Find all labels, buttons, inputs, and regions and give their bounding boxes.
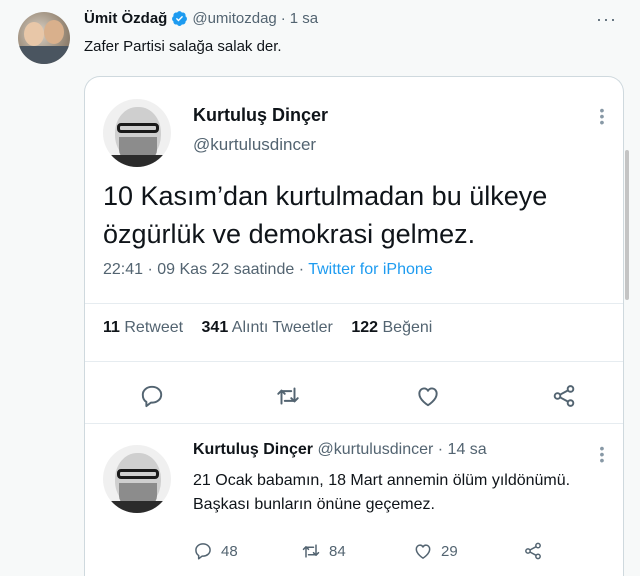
outer-tweet-text: Zafer Partisi salağa salak der. bbox=[84, 38, 282, 55]
quoted-author-avatar[interactable] bbox=[103, 99, 171, 167]
share-button[interactable] bbox=[523, 541, 543, 561]
like-button[interactable]: 29 bbox=[413, 541, 458, 561]
retweet-icon[interactable] bbox=[275, 383, 301, 409]
divider bbox=[85, 423, 623, 424]
outer-tweet-header: Ümit Özdağ @umitozdag · 1 sa bbox=[84, 10, 318, 27]
outer-tweet-time[interactable]: 1 sa bbox=[290, 10, 318, 27]
reply-tweet-time[interactable]: 14 sa bbox=[448, 441, 487, 458]
share-icon[interactable] bbox=[551, 383, 577, 409]
scrollbar-thumb[interactable] bbox=[625, 150, 629, 300]
reply-author-handle[interactable]: @kurtulusdincer bbox=[317, 441, 433, 458]
retweet-count: 84 bbox=[329, 542, 346, 560]
divider bbox=[85, 303, 623, 304]
quoted-tweet-meta: 22:41 · 09 Kas 22 saatinde · Twitter for… bbox=[103, 261, 433, 279]
like-icon[interactable] bbox=[415, 383, 441, 409]
reply-tweet-header: Kurtuluş Dinçer @kurtulusdincer · 14 sa bbox=[193, 441, 487, 459]
reply-author-avatar[interactable] bbox=[103, 445, 171, 513]
quoted-author-name[interactable]: Kurtuluş Dinçer bbox=[193, 105, 328, 126]
more-vertical-icon[interactable]: • • • bbox=[599, 103, 605, 129]
quoted-tweet-stats: 11 Retweet 341 Alıntı Tweetler 122 Beğen… bbox=[103, 319, 432, 337]
share-icon bbox=[525, 542, 541, 560]
quotes-stat[interactable]: 341 Alıntı Tweetler bbox=[202, 319, 333, 336]
reply-separator: · bbox=[437, 441, 444, 458]
retweet-button[interactable]: 84 bbox=[301, 541, 346, 561]
quoted-author-handle[interactable]: @kurtulusdincer bbox=[193, 135, 316, 155]
quoted-tweet-text: 10 Kasım’dan kurtulmadan bu ülkeye özgür… bbox=[103, 181, 548, 249]
quoted-tweet-timestamp[interactable]: 22:41 · 09 Kas 22 saatinde · bbox=[103, 261, 308, 278]
more-icon[interactable]: ··· bbox=[596, 10, 617, 28]
verified-badge-icon bbox=[172, 11, 188, 26]
reply-tweet-text: 21 Ocak babamın, 18 Mart annemin ölüm yı… bbox=[193, 472, 571, 513]
divider bbox=[85, 361, 623, 362]
reply-count: 48 bbox=[221, 542, 238, 560]
likes-stat[interactable]: 122 Beğeni bbox=[351, 319, 432, 336]
reply-author-name[interactable]: Kurtuluş Dinçer bbox=[193, 441, 313, 458]
outer-author-avatar[interactable] bbox=[18, 12, 70, 64]
more-vertical-icon[interactable]: • • • bbox=[599, 441, 605, 467]
outer-separator: · bbox=[280, 10, 286, 27]
quoted-tweet-card[interactable]: Kurtuluş Dinçer @kurtulusdincer • • • 10 K… bbox=[84, 76, 624, 576]
retweet-icon bbox=[302, 544, 320, 558]
outer-author-name[interactable]: Ümit Özdağ bbox=[84, 10, 167, 27]
outer-tweet[interactable]: Ümit Özdağ @umitozdag · 1 sa ··· Zafer P… bbox=[0, 0, 640, 576]
reply-button[interactable]: 48 bbox=[193, 541, 238, 561]
like-count: 29 bbox=[441, 542, 458, 560]
quoted-tweet-actions bbox=[85, 375, 623, 415]
outer-author-handle[interactable]: @umitozdag bbox=[192, 10, 276, 27]
like-icon bbox=[415, 544, 431, 559]
retweets-stat[interactable]: 11 Retweet bbox=[103, 319, 183, 336]
quoted-tweet-source[interactable]: Twitter for iPhone bbox=[308, 261, 433, 278]
reply-icon[interactable] bbox=[139, 383, 165, 409]
reply-icon bbox=[195, 543, 211, 560]
reply-tweet[interactable]: Kurtuluş Dinçer @kurtulusdincer · 14 sa … bbox=[85, 427, 623, 576]
reply-tweet-actions: 48 84 29 bbox=[193, 541, 613, 565]
